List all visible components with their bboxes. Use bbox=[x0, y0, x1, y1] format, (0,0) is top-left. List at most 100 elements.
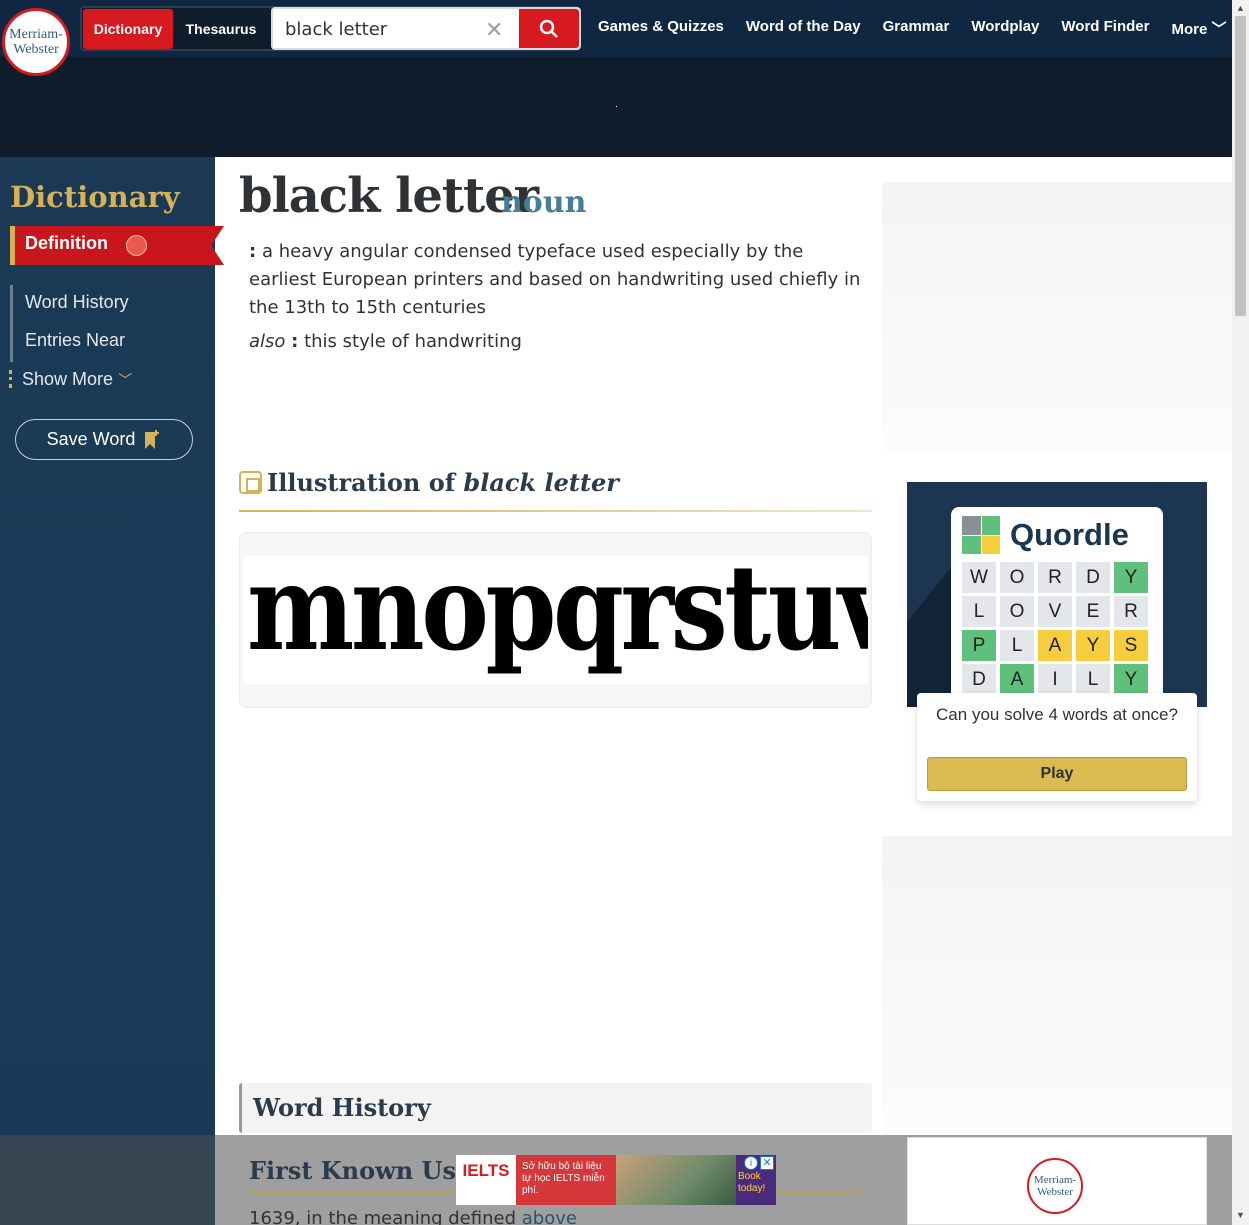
tab-thesaurus[interactable]: Thesaurus bbox=[176, 9, 266, 49]
tab-dictionary[interactable]: Dictionary bbox=[83, 9, 173, 49]
search-input[interactable] bbox=[285, 17, 485, 41]
logo-line2: Webster bbox=[13, 42, 59, 57]
quordle-logo-gray bbox=[962, 516, 981, 535]
first-known-use-date: 1639, in the meaning defined bbox=[249, 1208, 516, 1225]
quordle-tile: E bbox=[1076, 596, 1110, 627]
quordle-tile: L bbox=[962, 596, 996, 627]
sidebar-item-entries-near[interactable]: Entries Near bbox=[25, 330, 125, 351]
definition-icon bbox=[126, 235, 147, 256]
search-button[interactable] bbox=[519, 9, 579, 48]
save-word-label: Save Word bbox=[46, 429, 136, 449]
ad-brand-logo: IELTS bbox=[456, 1155, 516, 1205]
illustration-heading-prefix: Illustration of bbox=[267, 468, 456, 497]
quordle-tile: L bbox=[1076, 664, 1110, 695]
ad-slot-middle bbox=[882, 836, 1232, 1136]
quordle-logo-yellow bbox=[981, 535, 1000, 554]
also-definition: also : this style of handwriting bbox=[249, 330, 522, 354]
first-known-use-heading: First Known Use bbox=[249, 1156, 472, 1185]
blackletter-sample-image[interactable]: mnopqrstuv bbox=[243, 556, 868, 684]
definition-colon: : bbox=[249, 241, 257, 262]
quordle-logo-green-2 bbox=[962, 535, 981, 554]
dots-icon bbox=[9, 370, 12, 388]
ad-slot-top bbox=[882, 182, 1232, 450]
bookmark-plus-icon bbox=[145, 429, 160, 449]
merriam-webster-logo-small: Merriam- Webster bbox=[1027, 1158, 1083, 1214]
quordle-tile: A bbox=[1000, 664, 1034, 695]
search-box: ✕ bbox=[271, 7, 581, 50]
quordle-tile: Y bbox=[1076, 630, 1110, 661]
also-colon: : bbox=[291, 331, 299, 352]
quordle-tile: Y bbox=[1114, 664, 1148, 695]
quordle-tile: L bbox=[1000, 630, 1034, 661]
definition-body: a heavy angular condensed typeface used … bbox=[249, 241, 861, 318]
word-history-heading: Word History bbox=[253, 1093, 431, 1122]
definition-text: : a heavy angular condensed typeface use… bbox=[249, 238, 869, 322]
quordle-play-button[interactable]: Play bbox=[927, 757, 1187, 791]
first-known-use-text: 1639, in the meaning defined above bbox=[249, 1208, 577, 1225]
nav-word-finder[interactable]: Word Finder bbox=[1061, 18, 1149, 39]
quordle-logo-icon bbox=[962, 516, 1000, 554]
quordle-tile: Y bbox=[1114, 562, 1148, 593]
nav-wordplay[interactable]: Wordplay bbox=[971, 18, 1039, 39]
illustration-heading-word: black letter bbox=[463, 468, 619, 497]
nav-word-of-the-day[interactable]: Word of the Day bbox=[746, 18, 861, 39]
quordle-tile: D bbox=[1076, 562, 1110, 593]
illustration-icon bbox=[239, 471, 262, 494]
nav-more[interactable]: More ﹀ bbox=[1171, 18, 1226, 39]
quordle-title: Quordle bbox=[1010, 517, 1129, 552]
scrollbar-thumb[interactable] bbox=[1235, 16, 1246, 316]
merriam-webster-logo[interactable]: Merriam- Webster bbox=[2, 8, 70, 76]
quordle-tile: O bbox=[1000, 596, 1034, 627]
small-logo-line1: Merriam- bbox=[1033, 1174, 1077, 1186]
quordle-tile: I bbox=[1038, 664, 1072, 695]
bottom-banner-ad[interactable]: IELTS Sở hữu bộ tài liệu tự học IELTS mi… bbox=[456, 1155, 776, 1205]
part-of-speech[interactable]: noun bbox=[501, 185, 586, 220]
nav-grammar[interactable]: Grammar bbox=[883, 18, 950, 39]
sidebar-item-word-history[interactable]: Word History bbox=[25, 292, 129, 313]
logo-line1: Merriam- bbox=[9, 27, 63, 42]
chevron-down-icon: ﹀ bbox=[118, 372, 133, 388]
chevron-down-icon: ﹀ bbox=[1211, 21, 1227, 38]
section-divider bbox=[239, 510, 872, 512]
header-ad-slot bbox=[616, 106, 617, 107]
nav-games-quizzes[interactable]: Games & Quizzes bbox=[598, 18, 724, 39]
illustration-heading: Illustration of black letter bbox=[267, 468, 619, 497]
active-indicator bbox=[10, 226, 15, 265]
quordle-tile: S bbox=[1114, 630, 1148, 661]
search-icon bbox=[539, 19, 558, 38]
headword: black letter bbox=[239, 168, 539, 224]
also-text: this style of handwriting bbox=[304, 331, 522, 352]
quordle-tile: V bbox=[1038, 596, 1072, 627]
quordle-tile: R bbox=[1114, 596, 1148, 627]
clear-search-icon[interactable]: ✕ bbox=[485, 17, 503, 43]
quordle-tile: P bbox=[962, 630, 996, 661]
quordle-tile: A bbox=[1038, 630, 1072, 661]
vertical-scrollbar[interactable]: ▲ ▼ bbox=[1232, 0, 1249, 1225]
ad-close-icon[interactable]: ✕ bbox=[760, 1156, 774, 1170]
sidebar-item-definition-label: Definition bbox=[25, 233, 108, 253]
quordle-tile: O bbox=[1000, 562, 1034, 593]
ad-copy: Sở hữu bộ tài liệu tự học IELTS miễn phí… bbox=[516, 1155, 616, 1205]
also-label: also bbox=[249, 331, 286, 352]
quordle-tile: D bbox=[962, 664, 996, 695]
save-word-button[interactable]: Save Word bbox=[15, 419, 193, 460]
above-link[interactable]: above bbox=[522, 1208, 577, 1225]
small-logo-line2: Webster bbox=[1037, 1186, 1073, 1198]
quordle-prompt: Can you solve 4 words at once? bbox=[936, 705, 1178, 724]
blackletter-sample-text: mnopqrstuv bbox=[247, 556, 868, 677]
scroll-down-arrow-icon[interactable]: ▼ bbox=[1236, 1210, 1245, 1220]
show-more-label: Show More bbox=[22, 369, 114, 389]
sidebar bbox=[0, 157, 215, 1225]
ad-info-icon[interactable]: i bbox=[744, 1156, 758, 1170]
quordle-tile: W bbox=[962, 562, 996, 593]
quordle-grid: WORDYLOVERPLAYSDAILY bbox=[962, 562, 1148, 695]
top-nav: Games & Quizzes Word of the Day Grammar … bbox=[598, 18, 1227, 39]
ad-photo bbox=[616, 1155, 736, 1205]
quordle-logo-green-1 bbox=[981, 516, 1000, 535]
scroll-up-arrow-icon[interactable]: ▲ bbox=[1236, 3, 1245, 13]
sidebar-title: Dictionary bbox=[10, 180, 180, 214]
quordle-tile: R bbox=[1038, 562, 1072, 593]
nav-more-label: More bbox=[1171, 21, 1208, 38]
show-more-button[interactable]: Show More ﹀ bbox=[22, 369, 132, 390]
sidebar-divider bbox=[10, 285, 13, 362]
